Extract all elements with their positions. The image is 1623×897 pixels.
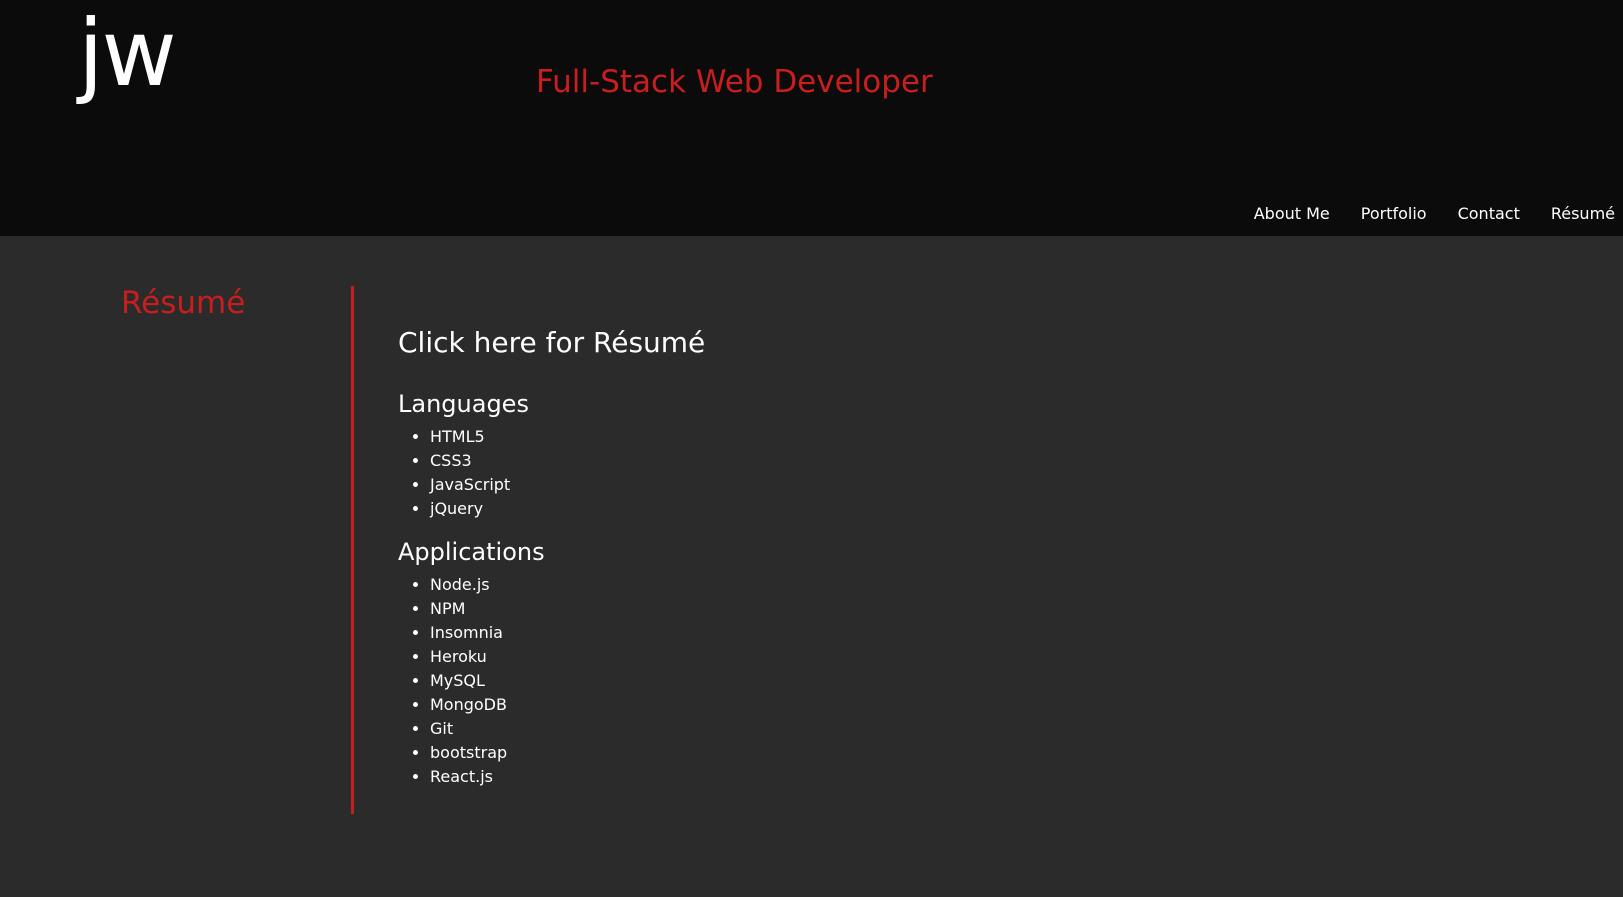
list-item: HTML5	[430, 425, 1198, 449]
site-tagline: Full-Stack Web Developer	[536, 64, 933, 100]
list-item: Insomnia	[430, 621, 1198, 645]
list-item: MongoDB	[430, 693, 1198, 717]
section-divider	[351, 286, 354, 814]
applications-list: Node.js NPM Insomnia Heroku MySQL MongoD…	[398, 573, 1198, 789]
nav-link-contact[interactable]: Contact	[1458, 204, 1520, 223]
languages-list: HTML5 CSS3 JavaScript jQuery	[398, 425, 1198, 521]
list-item: JavaScript	[430, 473, 1198, 497]
list-item: Node.js	[430, 573, 1198, 597]
list-item: Heroku	[430, 645, 1198, 669]
list-item: jQuery	[430, 497, 1198, 521]
list-item: CSS3	[430, 449, 1198, 473]
site-header: jw Full-Stack Web Developer About Me Por…	[0, 0, 1623, 236]
main-content: Résumé Click here for Résumé Languages H…	[0, 236, 1623, 897]
list-item: bootstrap	[430, 741, 1198, 765]
nav-link-portfolio[interactable]: Portfolio	[1361, 204, 1427, 223]
applications-heading: Applications	[398, 538, 545, 566]
main-nav: About Me Portfolio Contact Résumé	[1223, 204, 1615, 223]
resume-download-link[interactable]: Click here for Résumé	[398, 326, 705, 359]
list-item: Git	[430, 717, 1198, 741]
list-item: MySQL	[430, 669, 1198, 693]
section-title: Résumé	[121, 285, 246, 321]
list-item: NPM	[430, 597, 1198, 621]
languages-heading: Languages	[398, 390, 529, 418]
list-item: React.js	[430, 765, 1198, 789]
nav-link-about-me[interactable]: About Me	[1254, 204, 1330, 223]
nav-link-resume[interactable]: Résumé	[1551, 204, 1615, 223]
resume-content: Click here for Résumé Languages HTML5 CS…	[398, 326, 1198, 789]
site-logo[interactable]: jw	[78, 8, 177, 100]
